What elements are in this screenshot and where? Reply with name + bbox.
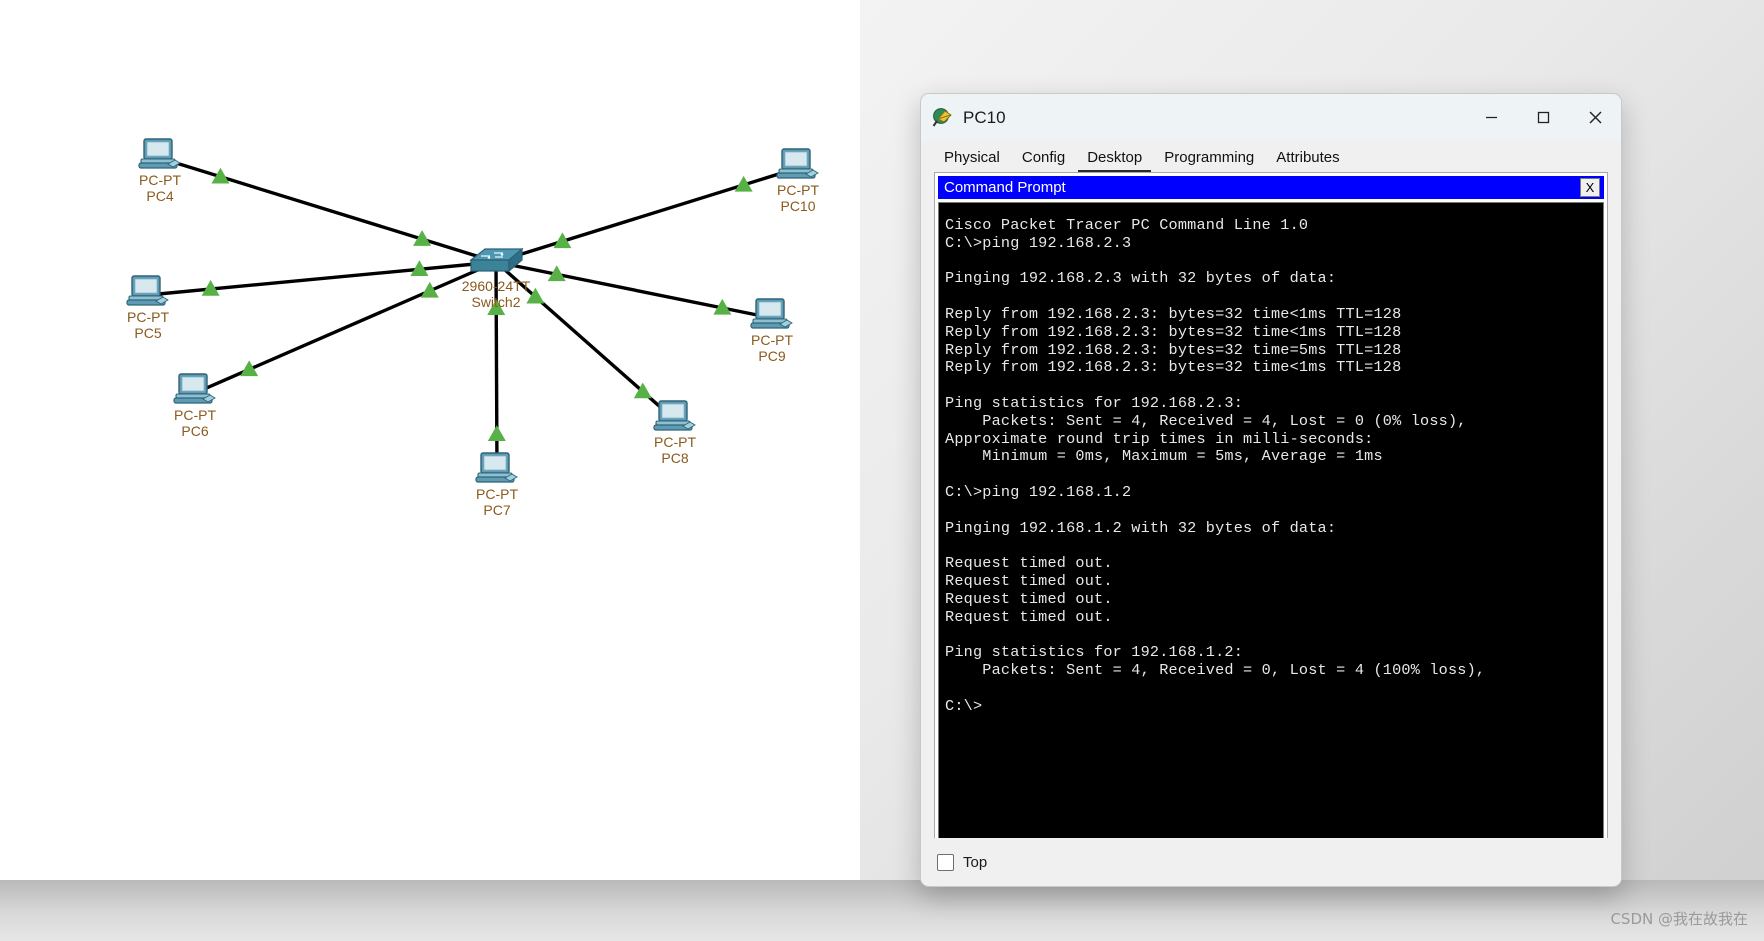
node-name-label: Switch2 bbox=[471, 294, 521, 311]
pc-icon bbox=[88, 275, 208, 309]
tab-config[interactable]: Config bbox=[1013, 146, 1074, 172]
topology-node-label: 2960-24TT Switch2 bbox=[436, 278, 556, 310]
pc-icon bbox=[135, 373, 255, 407]
node-type-label: 2960-24TT bbox=[461, 278, 531, 294]
terminal-output-area[interactable]: Cisco Packet Tracer PC Command Line 1.0 … bbox=[938, 202, 1604, 854]
window-titlebar[interactable]: PC10 bbox=[921, 94, 1621, 141]
node-type-label: PC-PT bbox=[751, 332, 793, 348]
node-type-label: PC-PT bbox=[127, 309, 169, 325]
node-type-label: PC-PT bbox=[139, 172, 181, 188]
topology-node-pc9[interactable]: PC-PT PC9 bbox=[712, 298, 832, 364]
command-prompt-title: Command Prompt bbox=[944, 179, 1066, 196]
top-checkbox[interactable] bbox=[937, 853, 954, 871]
watermark: CSDN @我在故我在 bbox=[1610, 910, 1748, 928]
topology-node-pc10[interactable]: PC-PT PC10 bbox=[738, 148, 858, 214]
pc-icon bbox=[100, 138, 220, 172]
node-name-label: PC9 bbox=[758, 348, 786, 365]
top-checkbox-label: Top bbox=[963, 853, 988, 871]
node-type-label: PC-PT bbox=[174, 407, 216, 423]
node-type-label: PC-PT bbox=[654, 434, 696, 450]
terminal-text: Cisco Packet Tracer PC Command Line 1.0 … bbox=[945, 216, 1486, 715]
node-name-label: PC5 bbox=[134, 325, 162, 342]
node-name-label: PC8 bbox=[661, 450, 689, 467]
device-tabs[interactable]: Physical Config Desktop Programming Attribut… bbox=[921, 141, 1621, 172]
tab-desktop[interactable]: Desktop bbox=[1078, 146, 1152, 172]
topology-node-pc7[interactable]: PC-PT PC7 bbox=[437, 452, 557, 518]
command-prompt-titlebar[interactable]: Command Prompt X bbox=[938, 176, 1604, 199]
link-status-up-icon bbox=[487, 425, 506, 441]
topology-node-label: PC-PT PC5 bbox=[88, 309, 208, 341]
topology-node-label: PC-PT PC6 bbox=[135, 407, 255, 439]
pc-icon bbox=[615, 400, 735, 434]
pc-icon bbox=[712, 298, 832, 332]
packet-tracer-workspace[interactable]: PC-PT PC4 PC-PT PC5 PC-PT PC6 PC-PT PC7 PC-PT PC8… bbox=[0, 0, 860, 880]
window-controls bbox=[1465, 94, 1621, 141]
node-name-label: PC6 bbox=[181, 423, 209, 440]
topology-node-sw2[interactable]: 2960-24TT Switch2 bbox=[436, 244, 556, 310]
topology-node-pc8[interactable]: PC-PT PC8 bbox=[615, 400, 735, 466]
node-type-label: PC-PT bbox=[777, 182, 819, 198]
window-footer: Top bbox=[921, 838, 1621, 886]
topology-node-label: PC-PT PC7 bbox=[437, 486, 557, 518]
command-prompt-close-button[interactable]: X bbox=[1580, 178, 1600, 197]
topology-node-label: PC-PT PC9 bbox=[712, 332, 832, 364]
close-button[interactable] bbox=[1569, 94, 1621, 141]
minimize-button[interactable] bbox=[1465, 94, 1517, 141]
topology-node-label: PC-PT PC4 bbox=[100, 172, 220, 204]
node-type-label: PC-PT bbox=[476, 486, 518, 502]
window-title: PC10 bbox=[963, 107, 1006, 127]
node-name-label: PC10 bbox=[780, 198, 816, 215]
device-window[interactable]: PC10 Physical Config Desktop Programming Att… bbox=[920, 93, 1622, 887]
switch-icon bbox=[436, 244, 556, 278]
tab-programming[interactable]: Programming bbox=[1155, 146, 1263, 172]
tab-physical[interactable]: Physical bbox=[935, 146, 1009, 172]
pc-icon bbox=[738, 148, 858, 182]
topology-node-label: PC-PT PC10 bbox=[738, 182, 858, 214]
desktop-bottom-strip bbox=[0, 880, 1764, 941]
desktop-panel: Command Prompt X Cisco Packet Tracer PC … bbox=[934, 172, 1608, 858]
topology-node-pc5[interactable]: PC-PT PC5 bbox=[88, 275, 208, 341]
topology-node-label: PC-PT PC8 bbox=[615, 434, 735, 466]
topology-node-pc4[interactable]: PC-PT PC4 bbox=[100, 138, 220, 204]
maximize-button[interactable] bbox=[1517, 94, 1569, 141]
node-name-label: PC7 bbox=[483, 502, 511, 519]
tab-attributes[interactable]: Attributes bbox=[1267, 146, 1348, 172]
packet-tracer-device-icon bbox=[932, 107, 954, 129]
pc-icon bbox=[437, 452, 557, 486]
topology-node-pc6[interactable]: PC-PT PC6 bbox=[135, 373, 255, 439]
node-name-label: PC4 bbox=[146, 188, 174, 205]
